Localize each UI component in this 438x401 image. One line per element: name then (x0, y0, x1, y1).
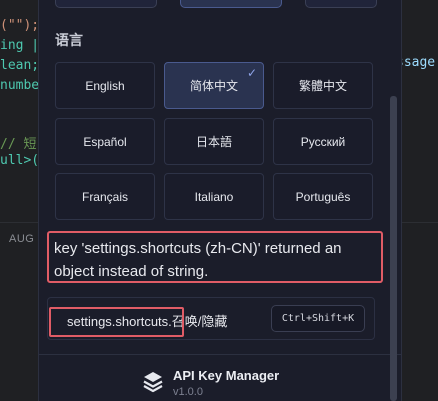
code-token: (""); (0, 18, 40, 33)
app-version: v1.0.0 (173, 386, 203, 398)
language-option[interactable]: Italiano (164, 173, 264, 220)
language-option-label: Italiano (194, 189, 234, 204)
language-option-label: 日本語 (195, 135, 232, 149)
check-icon: ✓ (246, 66, 257, 80)
language-option-label: 简体中文 (189, 79, 238, 93)
code-line: lean; (0, 58, 39, 73)
top-tab-fragment-active[interactable] (180, 0, 282, 8)
code-token: lean; (0, 58, 40, 73)
code-token: ull>( (0, 153, 40, 168)
language-option-label: 繁體中文 (298, 79, 347, 93)
i18n-error-message: key 'settings.shortcuts (zh-CN)' returne… (54, 240, 342, 280)
language-option[interactable]: 繁體中文 (273, 62, 373, 109)
top-tab-fragment[interactable] (305, 0, 377, 8)
language-option[interactable]: English (55, 62, 155, 109)
shortcut-key-input[interactable]: Ctrl+Shift+K (271, 305, 365, 332)
shortcut-label-highlight (49, 307, 184, 337)
code-line: ing | (0, 38, 39, 53)
language-option[interactable]: Português (273, 173, 373, 220)
code-token: numbe (0, 78, 40, 93)
top-tab-fragment[interactable] (55, 0, 157, 8)
language-section-title: 语言 (55, 33, 83, 49)
code-line: ull>( (0, 153, 39, 168)
editor-section-label: AUG (9, 233, 35, 245)
code-token: // 短 (0, 137, 37, 152)
code-fragment-right: ssage: (396, 55, 438, 70)
code-line: (""); (0, 18, 39, 33)
footer-divider (39, 354, 401, 355)
language-option-label: Español (83, 134, 127, 149)
language-option-label: English (85, 78, 125, 93)
language-option[interactable]: Español (55, 118, 155, 165)
code-token: ing | (0, 38, 40, 53)
layers-icon (143, 372, 163, 393)
language-option-label: Français (81, 189, 128, 204)
language-option-label: Русский (300, 134, 346, 149)
language-option[interactable]: 日本語 (164, 118, 264, 165)
app-name: API Key Manager (173, 368, 280, 383)
panel-scrollbar[interactable] (390, 96, 397, 401)
code-line: numbe (0, 78, 39, 93)
language-option[interactable]: 简体中文 ✓ (164, 62, 264, 109)
language-option-label: Português (295, 189, 351, 204)
language-option[interactable]: Русский (273, 118, 373, 165)
code-line: // 短 (0, 133, 36, 152)
settings-panel: 语言 English 简体中文 ✓ 繁體中文 Español 日本語 Русский Fran… (38, 0, 402, 401)
language-option[interactable]: Français (55, 173, 155, 220)
